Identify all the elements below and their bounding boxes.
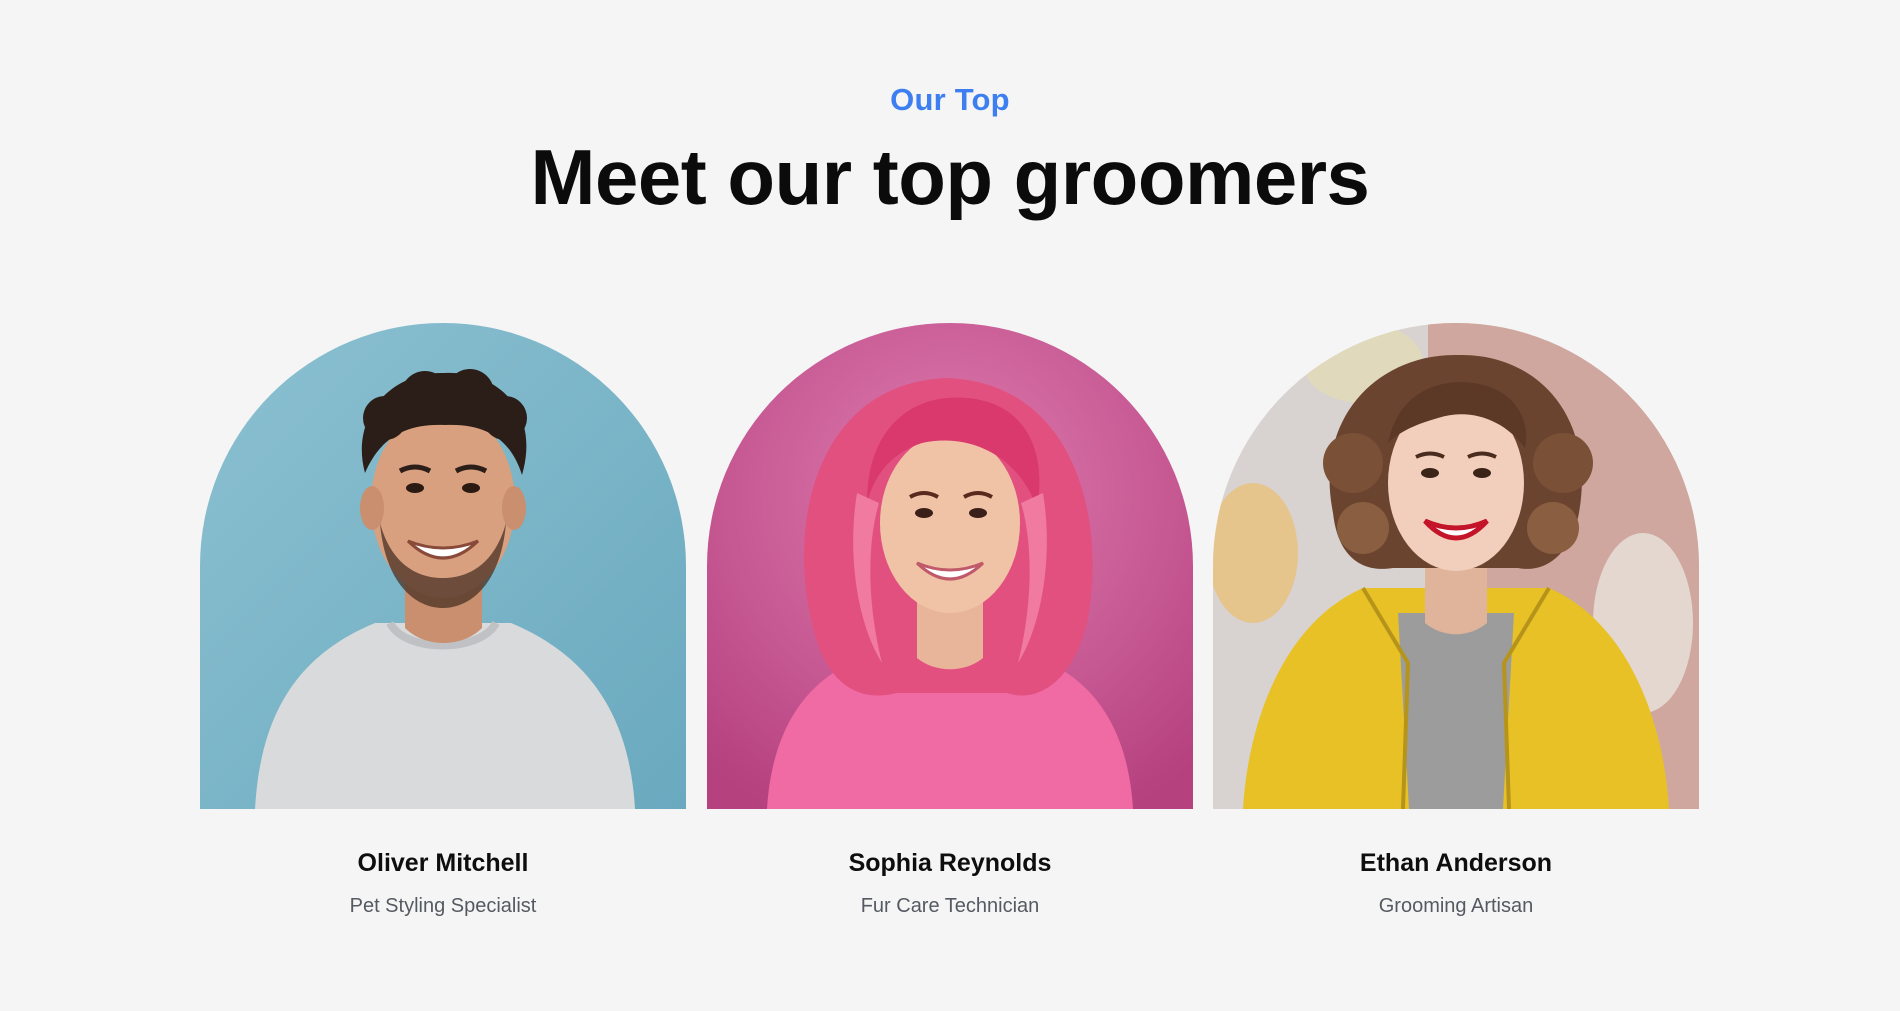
groomer-name: Ethan Anderson: [1359, 849, 1553, 877]
section-eyebrow: Our Top: [890, 82, 1010, 117]
groomer-name: Sophia Reynolds: [848, 849, 1052, 877]
groomer-photo: [200, 323, 686, 809]
groomer-photo: [1213, 323, 1699, 809]
groomer-card: Ethan Anderson Grooming Artisan: [1213, 323, 1699, 918]
portrait-oliver-mitchell: [200, 323, 686, 809]
team-section: Our Top Meet our top groomers Oliver Mit…: [0, 0, 1900, 1011]
portrait-sophia-reynolds: [707, 323, 1193, 809]
groomer-role: Grooming Artisan: [1378, 895, 1534, 917]
groomer-card: Sophia Reynolds Fur Care Technician: [707, 323, 1193, 918]
portrait-ethan-anderson: [1213, 323, 1699, 809]
groomer-photo: [707, 323, 1193, 809]
groomer-name: Oliver Mitchell: [357, 849, 529, 877]
section-title: Meet our top groomers: [530, 133, 1370, 221]
groomer-card: Oliver Mitchell Pet Styling Specialist: [200, 323, 686, 918]
groomer-role: Fur Care Technician: [860, 895, 1040, 917]
groomer-role: Pet Styling Specialist: [349, 895, 537, 917]
